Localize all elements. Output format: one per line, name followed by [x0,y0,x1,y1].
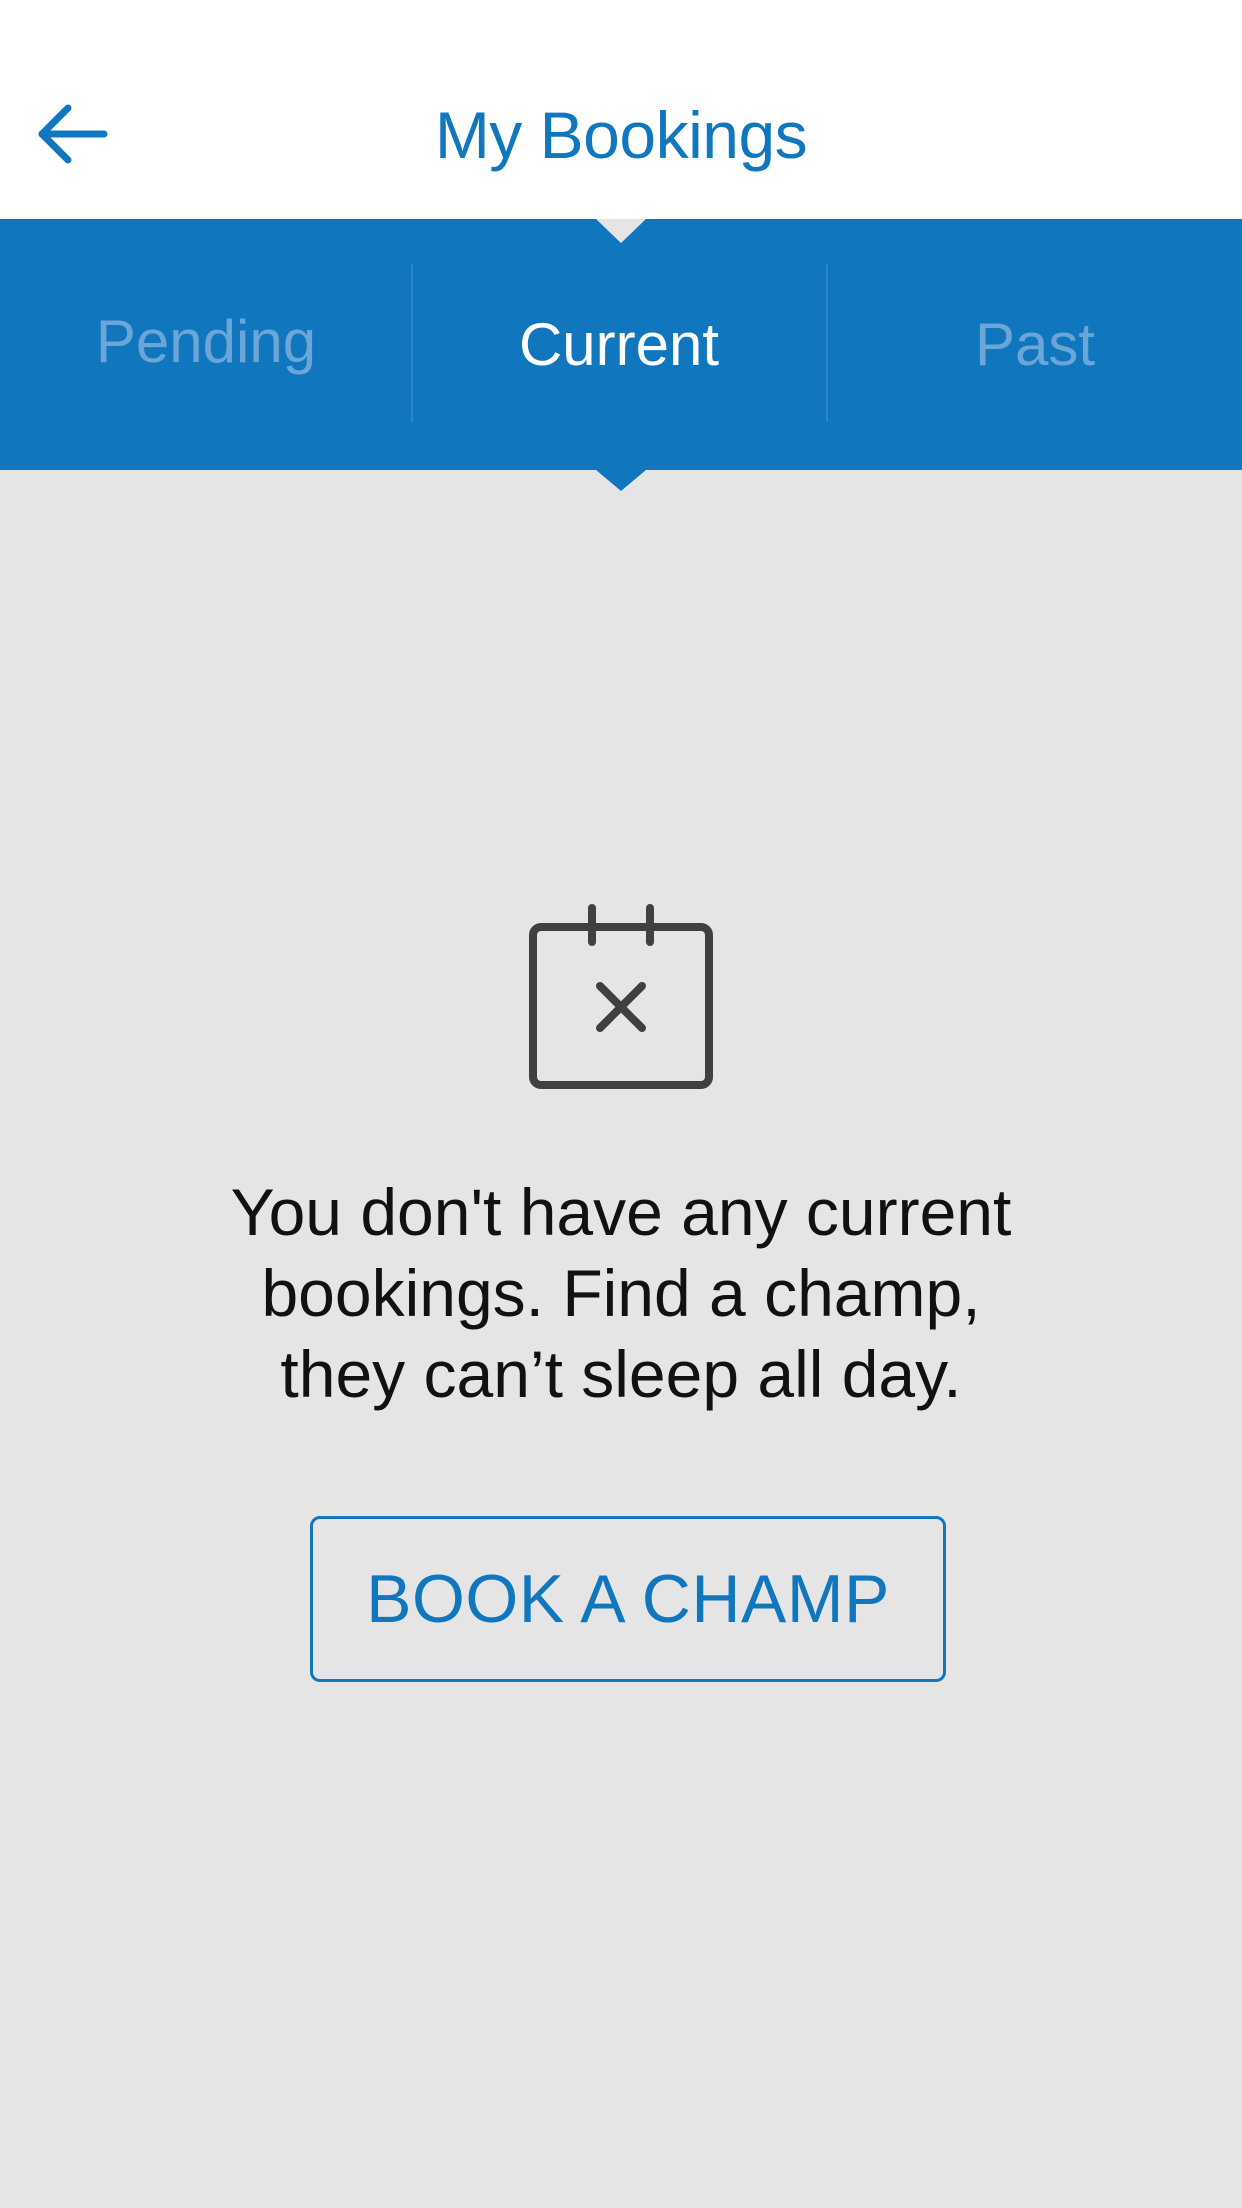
page-title: My Bookings [434,98,808,172]
empty-message-line: You don't have any current [230,1175,1012,1249]
empty-message-line: bookings. Find a champ, [261,1256,981,1330]
book-a-champ-button[interactable]: BOOK A CHAMP [310,1516,946,1682]
empty-message-line: they can’t sleep all day. [280,1337,962,1411]
tab-past[interactable]: Past [828,219,1242,470]
app-header: My Bookings [0,0,1242,219]
empty-state-message: You don't have any current bookings. Fin… [121,1172,1121,1415]
tab-bar: Pending Current Past [0,219,1242,491]
tab-pending[interactable]: Pending [0,219,412,470]
tab-current[interactable]: Current [413,219,825,470]
calendar-x-icon [529,904,713,1089]
